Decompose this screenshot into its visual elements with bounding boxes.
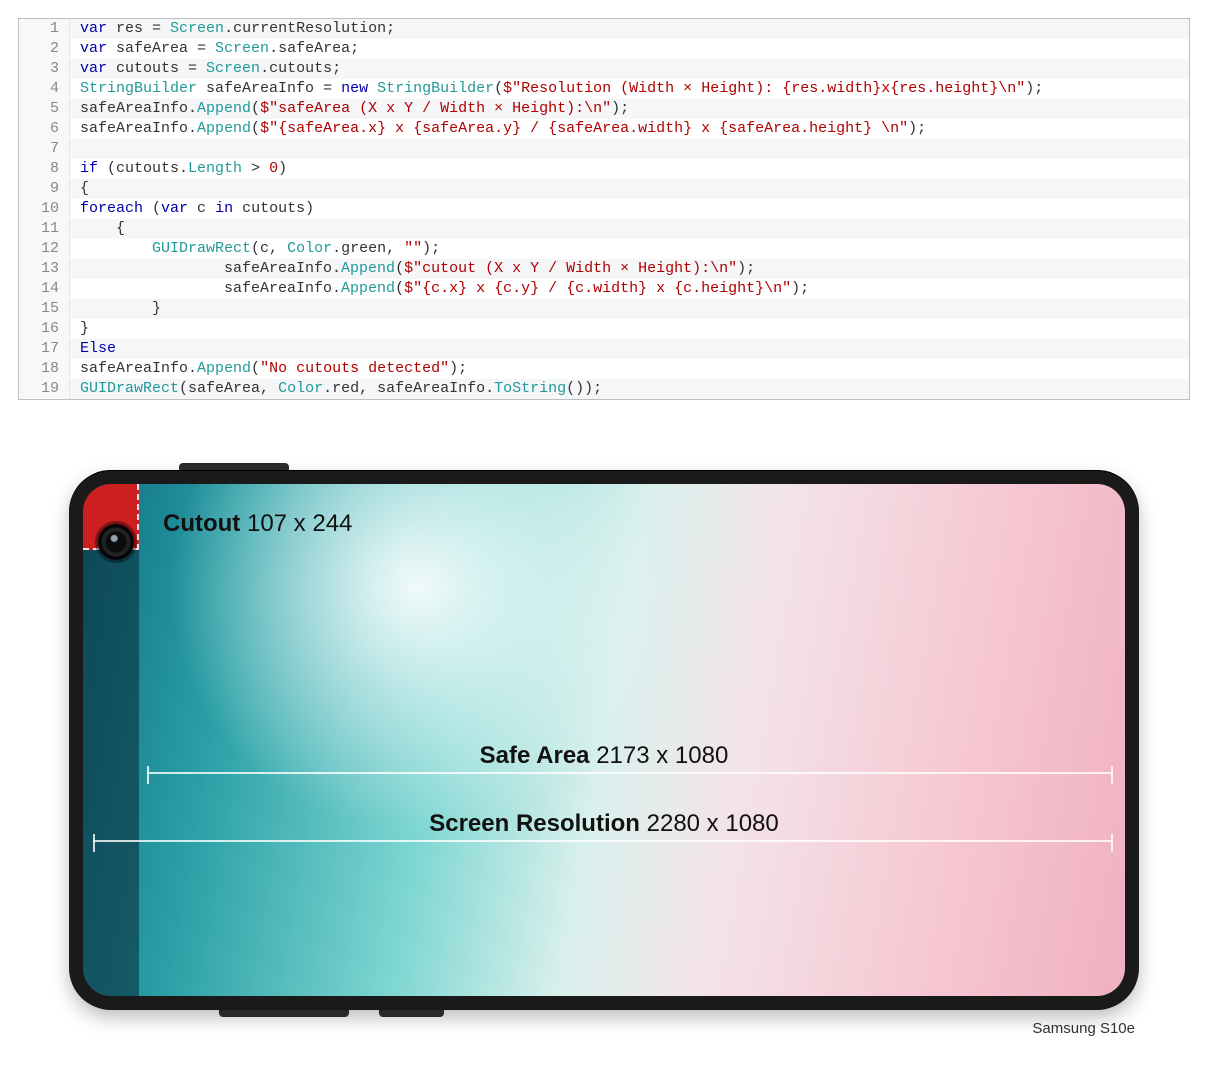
code-line: 8if (cutouts.Length > 0) [19,159,1189,179]
cutout-annotation: Cutout 107 x 244 [163,510,352,538]
line-number: 14 [19,279,70,299]
code-line: 17Else [19,339,1189,359]
code-line: 12 GUIDrawRect(c, Color.green, ""); [19,239,1189,259]
code-line: 3var cutouts = Screen.cutouts; [19,59,1189,79]
code-content [70,139,1189,159]
code-line: 16} [19,319,1189,339]
line-number: 17 [19,339,70,359]
code-content: StringBuilder safeAreaInfo = new StringB… [70,79,1189,99]
code-content: var res = Screen.currentResolution; [70,19,1189,39]
code-content: safeAreaInfo.Append($"safeArea (X x Y / … [70,99,1189,119]
code-line: 11 { [19,219,1189,239]
code-content: var cutouts = Screen.cutouts; [70,59,1189,79]
code-content: safeAreaInfo.Append($"cutout (X x Y / Wi… [70,259,1189,279]
cutout-value: 107 x 244 [247,510,352,537]
phone-illustration: Cutout 107 x 244 Safe Area 2173 x 1080 S… [69,470,1139,1037]
code-line: 1var res = Screen.currentResolution; [19,19,1189,39]
line-number: 4 [19,79,70,99]
resolution-value: 2280 x 1080 [647,810,779,837]
bixby-button-icon [379,1010,444,1017]
line-number: 8 [19,159,70,179]
line-number: 2 [19,39,70,59]
phone-frame: Cutout 107 x 244 Safe Area 2173 x 1080 S… [69,470,1139,1010]
camera-hole-icon [98,524,134,560]
code-content: safeAreaInfo.Append($"{safeArea.x} x {sa… [70,119,1189,139]
code-line: 19GUIDrawRect(safeArea, Color.red, safeA… [19,379,1189,399]
unsafe-area-stripe [83,484,139,996]
volume-button-icon [219,1010,349,1017]
safe-area-measure [147,772,1113,774]
line-number: 12 [19,239,70,259]
code-line: 15 } [19,299,1189,319]
line-number: 15 [19,299,70,319]
code-content: Else [70,339,1189,359]
code-content: { [70,219,1189,239]
code-line: 5safeAreaInfo.Append($"safeArea (X x Y /… [19,99,1189,119]
line-number: 6 [19,119,70,139]
device-caption: Samsung S10e [69,1020,1135,1037]
line-number: 3 [19,59,70,79]
code-line: 4StringBuilder safeAreaInfo = new String… [19,79,1189,99]
code-content: foreach (var c in cutouts) [70,199,1189,219]
code-content: { [70,179,1189,199]
code-content: safeAreaInfo.Append($"{c.x} x {c.y} / {c… [70,279,1189,299]
phone-screen: Cutout 107 x 244 Safe Area 2173 x 1080 S… [83,484,1125,996]
line-number: 16 [19,319,70,339]
line-number: 10 [19,199,70,219]
line-number: 19 [19,379,70,399]
code-content: var safeArea = Screen.safeArea; [70,39,1189,59]
code-line: 13 safeAreaInfo.Append($"cutout (X x Y /… [19,259,1189,279]
code-content: GUIDrawRect(c, Color.green, ""); [70,239,1189,259]
code-snippet: 1var res = Screen.currentResolution;2var… [18,18,1190,400]
line-number: 7 [19,139,70,159]
code-line: 6safeAreaInfo.Append($"{safeArea.x} x {s… [19,119,1189,139]
safe-area-label: Safe Area [480,742,590,769]
line-number: 11 [19,219,70,239]
line-number: 1 [19,19,70,39]
safe-area-annotation: Safe Area 2173 x 1080 [83,742,1125,770]
line-number: 9 [19,179,70,199]
cutout-label: Cutout [163,510,240,537]
code-line: 10foreach (var c in cutouts) [19,199,1189,219]
code-line: 18safeAreaInfo.Append("No cutouts detect… [19,359,1189,379]
code-line: 7 [19,139,1189,159]
resolution-annotation: Screen Resolution 2280 x 1080 [83,810,1125,838]
code-content: safeAreaInfo.Append("No cutouts detected… [70,359,1189,379]
resolution-label: Screen Resolution [429,810,640,837]
line-number: 18 [19,359,70,379]
code-content: } [70,299,1189,319]
safe-area-value: 2173 x 1080 [596,742,728,769]
code-line: 9{ [19,179,1189,199]
code-content: GUIDrawRect(safeArea, Color.red, safeAre… [70,379,1189,399]
line-number: 5 [19,99,70,119]
code-content: if (cutouts.Length > 0) [70,159,1189,179]
code-content: } [70,319,1189,339]
line-number: 13 [19,259,70,279]
code-line: 2var safeArea = Screen.safeArea; [19,39,1189,59]
power-button-icon [179,463,289,470]
code-line: 14 safeAreaInfo.Append($"{c.x} x {c.y} /… [19,279,1189,299]
resolution-measure [93,840,1113,842]
